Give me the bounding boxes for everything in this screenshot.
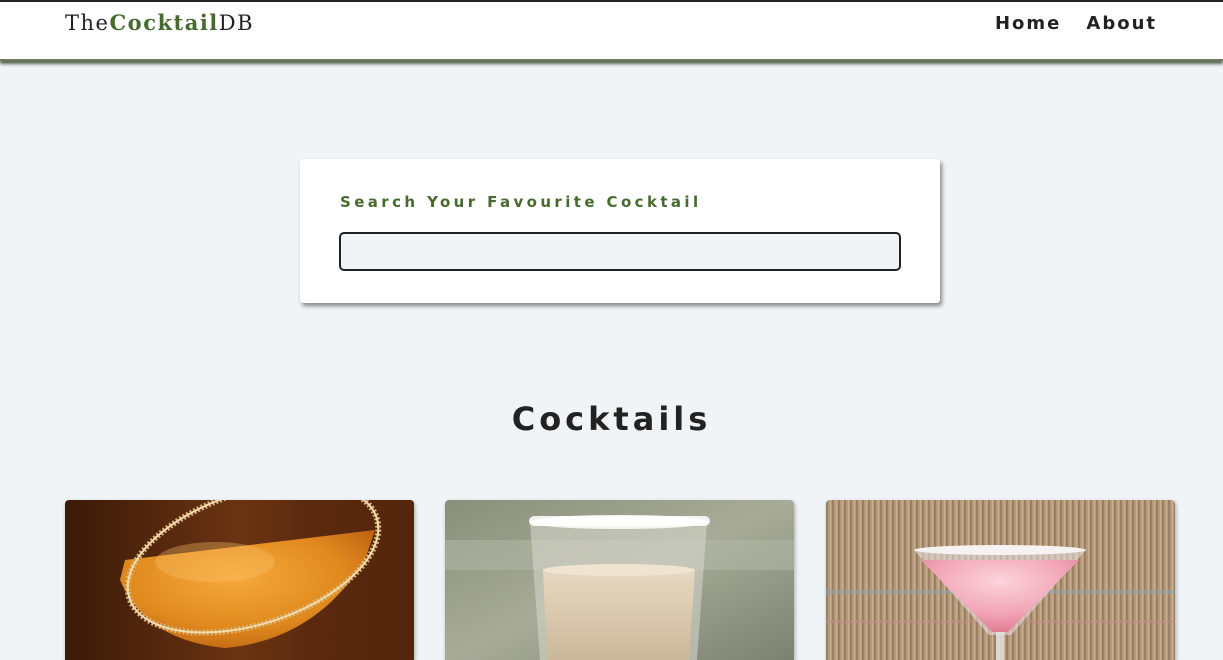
cocktail-image-pink: [826, 500, 1175, 660]
section-title: Cocktails: [511, 400, 712, 438]
nav-link-about[interactable]: About: [1086, 13, 1157, 34]
search-card: Search Your Favourite Cocktail: [300, 159, 940, 303]
logo[interactable]: TheCocktailDB: [65, 10, 254, 35]
logo-accent: Cocktail: [109, 10, 219, 35]
cocktail-card-3[interactable]: [826, 500, 1175, 660]
nav-links: Home About: [995, 13, 1157, 34]
nav-link-home[interactable]: Home: [995, 13, 1061, 34]
cocktail-card-2[interactable]: [445, 500, 794, 660]
navbar: TheCocktailDB Home About: [0, 2, 1223, 61]
cocktail-image-orange: [65, 500, 414, 660]
logo-prefix: The: [65, 11, 110, 35]
logo-suffix: DB: [218, 11, 255, 35]
cocktail-card-1[interactable]: [65, 500, 414, 660]
search-input[interactable]: [339, 232, 901, 271]
search-label: Search Your Favourite Cocktail: [340, 193, 702, 211]
cocktail-image-cream: [445, 500, 794, 660]
